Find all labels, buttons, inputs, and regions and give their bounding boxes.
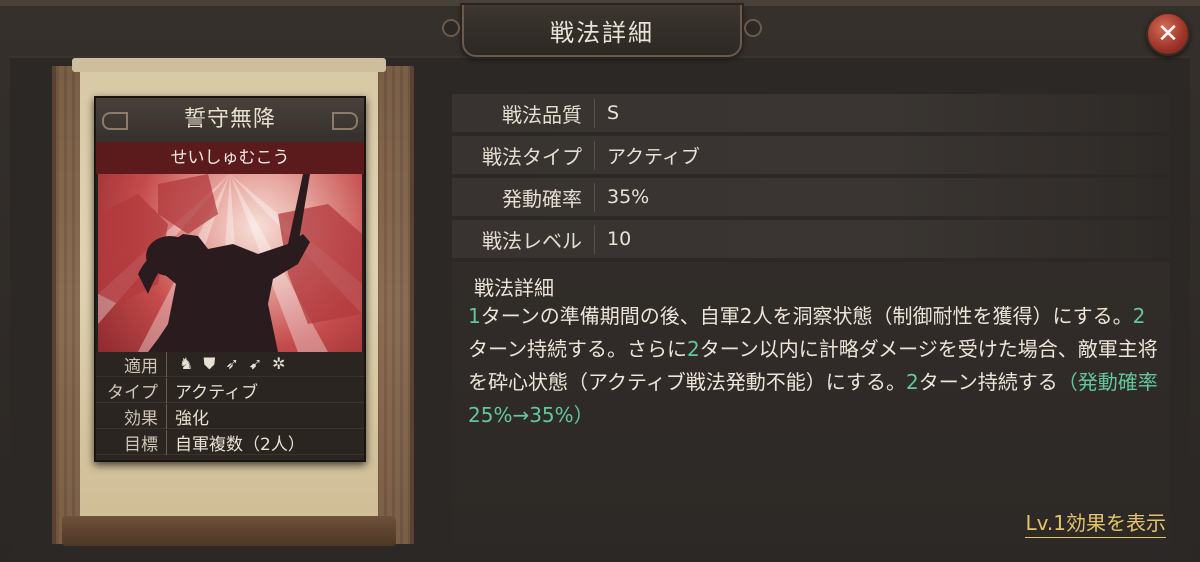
tactic-name: 誓守無降 [96,98,364,143]
highlight-text: 1 [468,304,481,328]
unit-type-icons: ♞ ⛊ ➶ ➹ ✲ [167,354,286,374]
info-label-rate: 発動確率 [452,182,595,212]
info-row-rate: 発動確率 35% [452,178,1170,216]
wheel-icon: ✲ [272,354,286,373]
info-value-quality: S [607,102,620,124]
stat-row-target: 目標 自軍複数（2人） [96,429,364,455]
stat-label-type: タイプ [96,377,167,403]
stat-row-apply: 適用 ♞ ⛊ ➶ ➹ ✲ [96,351,364,377]
show-lv1-effect-link[interactable]: Lv.1効果を表示 [1025,507,1166,538]
stat-label-apply: 適用 [96,351,167,377]
tactic-description-panel: 戦法詳細 1ターンの準備期間の後、自軍2人を洞察状態（制御耐性を獲得）にする。2… [452,262,1170,544]
highlight-text: 2 [906,370,919,394]
warrior-silhouette-icon [98,174,362,352]
description-segment: ターンの準備期間の後、自軍2人を洞察状態（制御耐性を獲得）にする。 [480,304,1133,328]
info-value-level: 10 [607,228,632,250]
bow-icon: ➶ [225,354,239,373]
highlight-text: 2 [687,337,700,361]
info-row-type: 戦法タイプ アクティブ [452,136,1170,174]
stat-value-type: アクティブ [175,382,259,403]
info-label-quality: 戦法品質 [452,98,595,128]
scroll-top-rod [72,58,386,72]
stat-row-type: タイプ アクティブ [96,377,364,403]
info-value-type: アクティブ [607,145,700,168]
scroll-bottom-rod [62,516,396,546]
description-segment: ターン持続する。さらに [468,337,687,361]
highlight-text: 2 [1132,304,1146,328]
shield-icon: ⛊ [203,354,216,373]
tactic-stats: 適用 ♞ ⛊ ➶ ➹ ✲ タイプ アクティブ 効果 強化 目標 自軍複数（2人） [96,351,364,460]
tactic-artwork [98,174,362,352]
tactic-card: 誓守無降 せいしゅむこう 適用 ♞ ⛊ ➶ ➹ ✲ タイプ アクティブ 効果 強… [94,96,366,462]
close-button[interactable]: ✕ [1146,12,1190,56]
info-row-quality: 戦法品質 S [452,94,1170,132]
info-row-level: 戦法レベル 10 [452,220,1170,258]
info-label-type: 戦法タイプ [452,140,595,170]
info-label-level: 戦法レベル [452,224,595,254]
description-segment: ターン持続する [918,370,1058,394]
stat-label-effect: 効果 [96,403,167,429]
dialog-title: 戦法詳細 [442,5,762,57]
cavalry-icon: ♞ [179,354,194,373]
description-title: 戦法詳細 [474,276,554,300]
stat-value-effect: 強化 [175,408,209,429]
info-value-rate: 35% [607,186,650,208]
tactic-reading: せいしゅむこう [96,142,364,174]
stat-label-target: 目標 [96,429,167,455]
description-text: 1ターンの準備期間の後、自軍2人を洞察状態（制御耐性を獲得）にする。2ターン持続… [468,300,1158,432]
stat-row-effect: 効果 強化 [96,403,364,429]
close-icon: ✕ [1157,19,1179,49]
spear-icon: ➹ [248,354,263,373]
stat-value-target: 自軍複数（2人） [175,434,305,455]
